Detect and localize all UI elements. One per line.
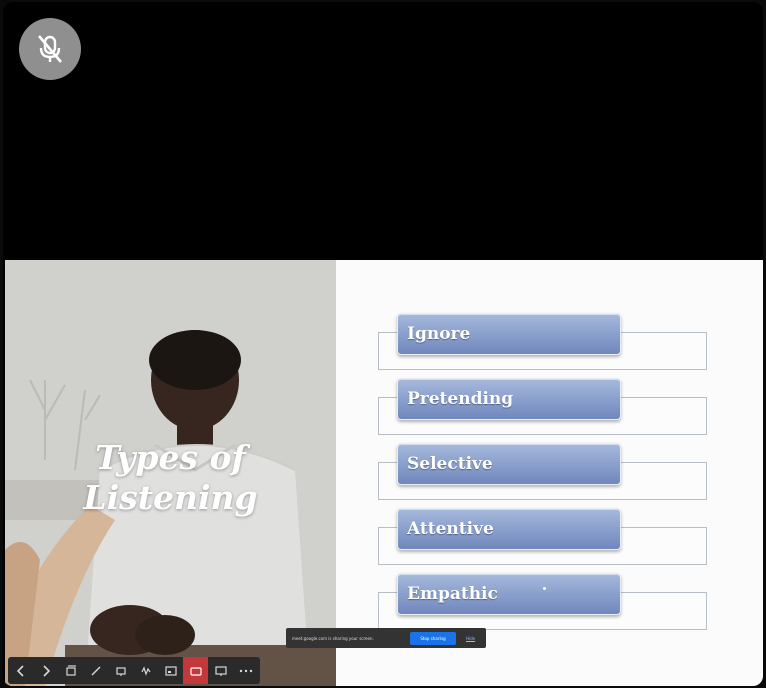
camera-button[interactable]: [183, 657, 208, 684]
slide-photo: Types of Listening: [5, 260, 336, 686]
type-item-attentive: Attentive: [397, 508, 621, 550]
type-item-empathic: Empathic: [397, 573, 621, 615]
view-icon: [115, 666, 126, 676]
type-item-ignore: Ignore: [397, 313, 621, 355]
type-item-pretending: Pretending: [397, 378, 621, 420]
type-label: Ignore: [407, 324, 471, 344]
slide-title-line1: Types of: [95, 438, 246, 477]
video-tile: Types of Listening Ignore Pretending Sel…: [3, 2, 763, 686]
type-label: Empathic: [407, 584, 498, 604]
slide-diagram: Ignore Pretending Selective Attentive Em…: [336, 260, 763, 686]
slides-icon: [65, 664, 76, 676]
presentation-slide: Types of Listening Ignore Pretending Sel…: [5, 260, 763, 686]
screen-icon: [214, 665, 227, 676]
previous-slide-button[interactable]: [8, 657, 33, 684]
type-label: Selective: [407, 454, 493, 474]
pen-button[interactable]: [83, 657, 108, 684]
audio-icon: [140, 665, 150, 676]
slides-button[interactable]: [58, 657, 83, 684]
more-icon: [239, 669, 252, 672]
screen-button[interactable]: [208, 657, 233, 684]
share-message: meet.google.com is sharing your screen.: [292, 635, 374, 641]
mouse-pointer: [543, 587, 546, 590]
mic-off-icon: [38, 35, 62, 63]
type-item-selective: Selective: [397, 443, 621, 485]
screen-share-notice: meet.google.com is sharing your screen. …: [286, 628, 486, 648]
subtitles-button[interactable]: [158, 657, 183, 684]
subtitles-icon: [164, 665, 177, 676]
mic-muted-badge: [19, 18, 81, 80]
type-label: Attentive: [407, 519, 494, 539]
more-button[interactable]: [233, 657, 258, 684]
camera-icon: [189, 666, 202, 676]
chevron-right-icon: [42, 664, 50, 677]
type-label: Pretending: [407, 389, 514, 409]
chevron-left-icon: [16, 664, 24, 677]
next-slide-button[interactable]: [33, 657, 58, 684]
slide-title-line2: Listening: [83, 478, 258, 517]
stop-sharing-button[interactable]: Stop sharing: [410, 631, 456, 645]
audio-button[interactable]: [133, 657, 158, 684]
pen-icon: [91, 666, 100, 675]
hide-button[interactable]: Hide: [466, 636, 475, 641]
presenter-toolbar: [8, 657, 260, 684]
view-button[interactable]: [108, 657, 133, 684]
